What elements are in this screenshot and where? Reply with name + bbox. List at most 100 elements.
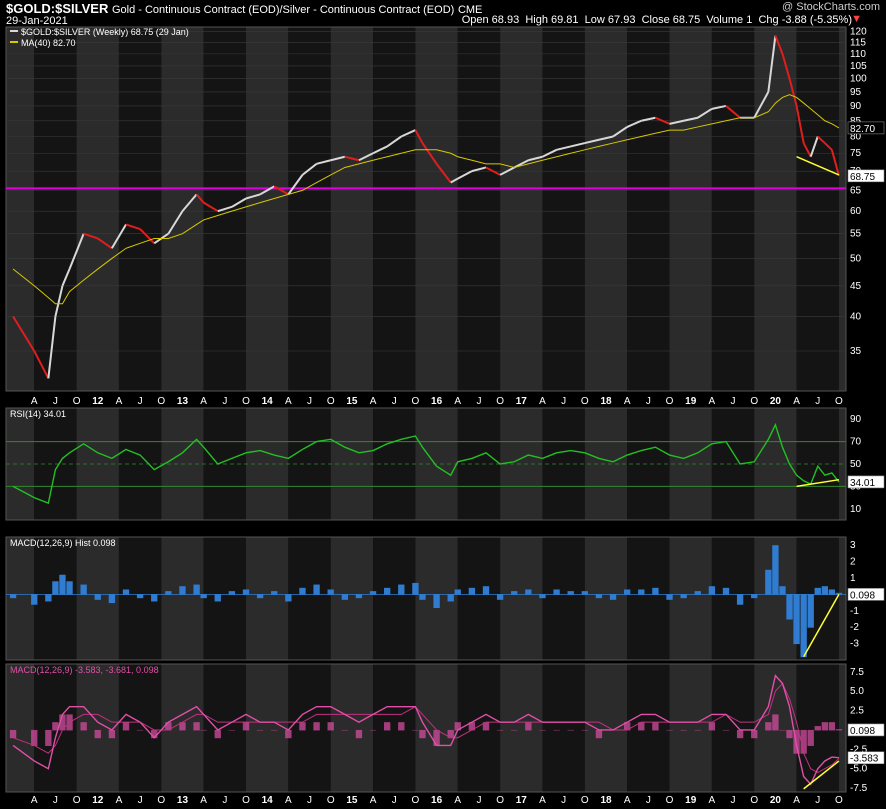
x-tick-label: A <box>624 795 631 806</box>
y-tick-label: 10 <box>850 504 862 515</box>
x-tick-label: 20 <box>770 396 782 407</box>
histogram-bar <box>595 594 603 599</box>
x-tick-label: O <box>327 795 335 806</box>
x-tick-label: O <box>157 396 165 407</box>
macd-hist-bar <box>694 729 701 731</box>
y-tick-label: 50 <box>850 459 862 470</box>
histogram-bar <box>652 587 659 595</box>
background-band <box>203 664 246 792</box>
histogram-bar <box>736 594 744 605</box>
x-tick-label: J <box>815 795 820 806</box>
histogram-bar <box>398 584 405 595</box>
background-band <box>711 27 755 391</box>
x-tick-label: O <box>496 795 504 806</box>
x-tick-label: J <box>476 795 481 806</box>
histogram-bar <box>708 586 716 595</box>
background-band <box>584 27 628 391</box>
macd-hist-bar <box>136 729 144 731</box>
chg-label: Chg <box>758 14 779 26</box>
macd-hist-bar <box>567 729 574 731</box>
open-label: Open <box>461 14 489 26</box>
y-tick-label: 55 <box>850 229 862 240</box>
x-tick-label: 17 <box>516 795 528 806</box>
macd-hist-bar <box>553 729 560 731</box>
background-band <box>330 27 374 391</box>
y-tick-label: 70 <box>850 437 862 448</box>
histogram-bar <box>433 594 440 609</box>
x-tick-label: A <box>116 396 123 407</box>
x-tick-label: 12 <box>92 396 104 407</box>
macd-hist-bar <box>94 729 101 739</box>
histogram-bar <box>52 581 59 595</box>
x-tick-label: J <box>731 396 736 407</box>
x-tick-label: 13 <box>177 396 189 407</box>
down-triangle-icon: ▼ <box>851 13 862 25</box>
histogram-bar <box>299 587 306 595</box>
macd-hist-bar <box>31 729 38 746</box>
background-band <box>203 537 246 660</box>
macd-hist-bar <box>511 729 518 731</box>
background-band <box>500 27 543 391</box>
x-tick-label: J <box>646 396 651 407</box>
macd-hist-bar <box>341 729 348 731</box>
macd-hist-bar <box>200 729 207 731</box>
x-tick-label: O <box>73 396 81 407</box>
y-tick-label: 110 <box>850 49 866 60</box>
histogram-bar <box>800 594 807 658</box>
y-tick-label: 7.5 <box>850 667 864 678</box>
x-tick-label: A <box>370 396 377 407</box>
macd-hist-bar <box>313 722 320 731</box>
x-tick-label: A <box>793 396 800 407</box>
histogram-bar <box>80 584 87 595</box>
macd-hist-bar <box>193 722 200 731</box>
histogram-bar <box>200 594 207 599</box>
macd-hist-bar <box>814 726 821 731</box>
y-tick-label: 50 <box>850 253 862 264</box>
macd-hist-bar <box>751 729 758 739</box>
x-tick-label: O <box>835 396 843 407</box>
quote-bar: Open 68.93 High 69.81 Low 67.93 Close 68… <box>462 14 852 26</box>
x-tick-label: J <box>53 396 58 407</box>
y-tick-label: 2 <box>850 557 856 568</box>
macd-hist-bar <box>271 729 278 731</box>
x-tick-label: 15 <box>346 795 358 806</box>
background-band <box>246 537 289 660</box>
legend-entry: MA(40) 82.70 <box>21 38 76 48</box>
histogram-bar <box>821 586 828 595</box>
histogram-bar <box>66 581 73 595</box>
background-band <box>415 27 458 391</box>
x-tick-label: J <box>307 396 312 407</box>
macd-hist-bar <box>355 729 363 739</box>
background-band <box>76 27 119 391</box>
histogram-bar <box>45 594 52 602</box>
background-band <box>838 537 846 660</box>
background-band <box>457 27 501 391</box>
x-tick-label: O <box>412 396 420 407</box>
histogram-bar <box>793 594 800 645</box>
legend-entry: $GOLD:$SILVER (Weekly) 68.75 (29 Jan) <box>21 27 189 37</box>
volume-value: 1 <box>746 14 753 26</box>
macd-hist-bar <box>765 722 772 731</box>
background-band <box>796 27 839 391</box>
x-tick-label: 19 <box>685 396 697 407</box>
x-tick-label: O <box>412 795 420 806</box>
background-band <box>711 537 755 660</box>
x-tick-label: 19 <box>685 795 697 806</box>
background-band <box>627 664 670 792</box>
macd-hist-bar <box>384 722 391 731</box>
rsi-legend: RSI(14) 34.01 <box>10 409 66 419</box>
background-band <box>627 27 670 391</box>
y-tick-label: 5.0 <box>850 686 864 697</box>
macd-hist-value-tag: 0.098 <box>850 726 875 737</box>
macd-hist-bar <box>122 722 130 731</box>
x-tick-label: J <box>731 795 736 806</box>
macd-hist-bar <box>214 729 221 739</box>
macd-hist-bar <box>708 722 716 731</box>
x-tick-label: 18 <box>600 795 612 806</box>
histogram-bar <box>722 587 730 595</box>
background-band <box>500 537 543 660</box>
macd-hist-bar <box>821 722 828 731</box>
histogram-bar <box>482 586 490 595</box>
background-band <box>6 537 35 660</box>
macd-hist-bar <box>680 729 687 731</box>
